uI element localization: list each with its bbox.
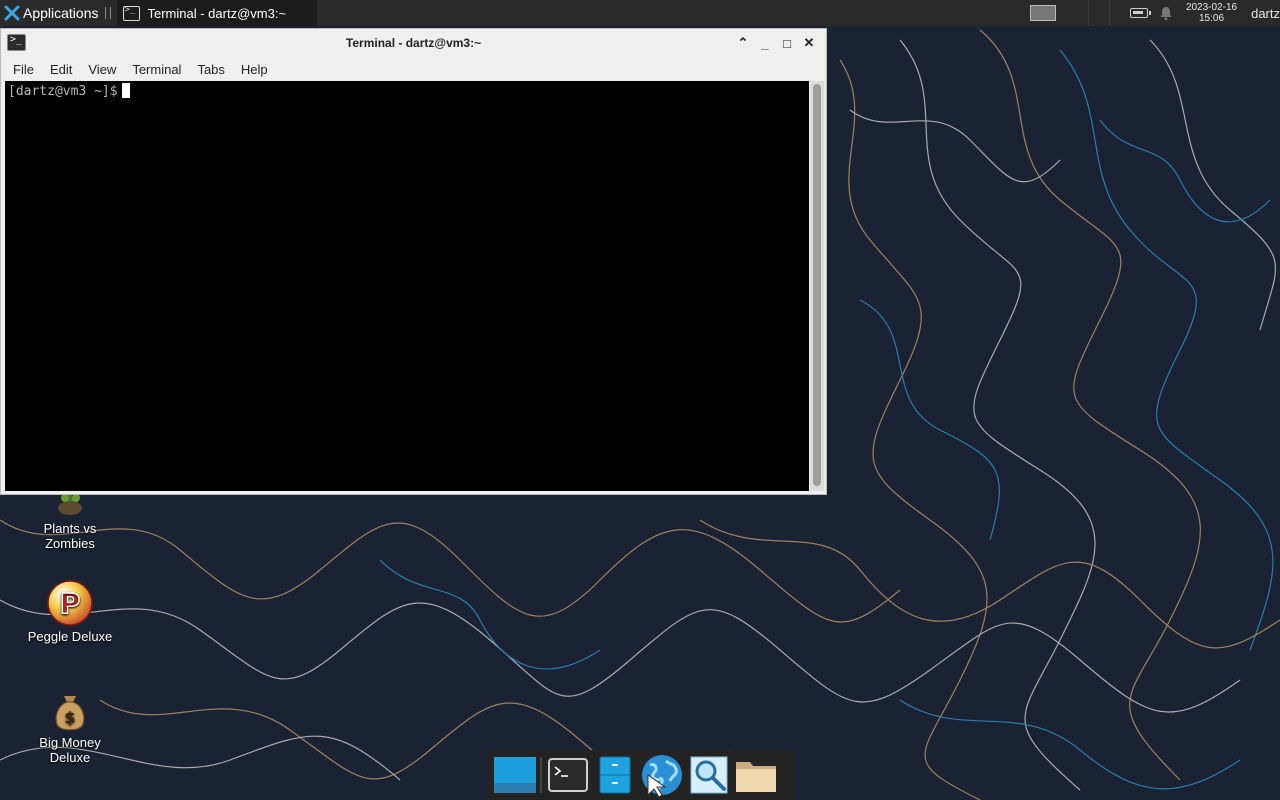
clock[interactable]: 2023-02-16 15:06 [1186,2,1237,24]
menu-edit[interactable]: Edit [42,62,80,77]
notification-bell-icon[interactable] [1158,5,1174,21]
dock-item-terminal[interactable] [544,752,591,798]
desktop-icon-label: Peggle Deluxe [27,629,113,644]
panel-separator [1108,0,1110,26]
shade-button[interactable]: ⌃ [732,34,754,52]
panel-separator-handle [104,7,111,19]
terminal-scrollbar[interactable] [810,81,824,491]
clock-time: 15:06 [1199,13,1225,24]
top-panel: Applications Terminal - dartz@vm3:~ 2023… [0,0,1280,26]
maximize-button[interactable]: □ [776,34,798,52]
terminal-icon [122,5,140,21]
shell-prompt: [dartz@vm3 ~]$ [8,84,118,99]
desktop-icon-label: Big Money Deluxe [39,735,101,765]
desktop-icon-label: Plants vs Zombies [43,521,97,551]
workspace-switcher[interactable] [1029,5,1056,21]
applications-menu[interactable]: Applications [0,0,103,26]
desktop-icon-big-money-deluxe[interactable]: $ Big Money Deluxe [15,690,125,765]
web-browser-icon [641,755,682,797]
terminal-icon [547,758,588,792]
svg-text:$: $ [64,708,75,727]
terminal-window: Terminal - dartz@vm3:~ ⌃ _ □ ✕ File Edit… [0,28,827,495]
dock-item-file-cabinet[interactable] [591,752,638,798]
show-desktop-icon [493,757,536,793]
close-button[interactable]: ✕ [798,34,820,52]
menu-terminal[interactable]: Terminal [124,62,189,77]
desktop-icon-peggle-deluxe[interactable]: P Peggle Deluxe [15,580,125,644]
dock-separator [540,757,542,793]
menu-help[interactable]: Help [233,62,276,77]
taskbar-item-terminal[interactable]: Terminal - dartz@vm3:~ [116,0,317,26]
dock-item-show-desktop[interactable] [491,752,538,798]
peggle-icon: P [47,580,93,626]
dock-item-app-finder[interactable] [685,752,732,798]
app-finder-icon [690,756,727,794]
text-cursor [121,83,130,98]
applications-label: Applications [23,5,99,21]
panel-separator [1087,0,1089,26]
dock-item-web-browser[interactable] [638,752,685,798]
desktop-icon-plants-vs-zombies[interactable]: Plants vs Zombies [15,488,125,551]
xfce-logo-icon [4,5,20,21]
scrollbar-thumb[interactable] [813,84,821,486]
menu-file[interactable]: File [5,62,42,77]
clock-date: 2023-02-16 [1185,2,1238,13]
taskbar-item-label: Terminal - dartz@vm3:~ [147,5,287,21]
window-title: Terminal - dartz@vm3:~ [345,36,482,50]
system-tray: 2023-02-16 15:06 dartz [1129,0,1280,26]
dock [487,750,793,800]
menu-tabs[interactable]: Tabs [189,62,232,77]
minimize-button[interactable]: _ [754,34,776,52]
svg-text:P: P [60,587,81,620]
money-bag-icon: $ [55,696,85,731]
window-titlebar[interactable]: Terminal - dartz@vm3:~ ⌃ _ □ ✕ [1,29,826,57]
window-controls: ⌃ _ □ ✕ [732,34,820,52]
terminal-output[interactable]: [dartz@vm3 ~]$ [5,81,809,491]
battery-icon[interactable] [1129,8,1151,18]
user-menu[interactable]: dartz [1251,6,1280,21]
file-cabinet-icon [599,756,630,794]
dock-item-file-manager[interactable] [732,752,779,798]
folder-icon [735,762,776,792]
menu-view[interactable]: View [80,62,124,77]
menubar: File Edit View Terminal Tabs Help [1,57,826,81]
